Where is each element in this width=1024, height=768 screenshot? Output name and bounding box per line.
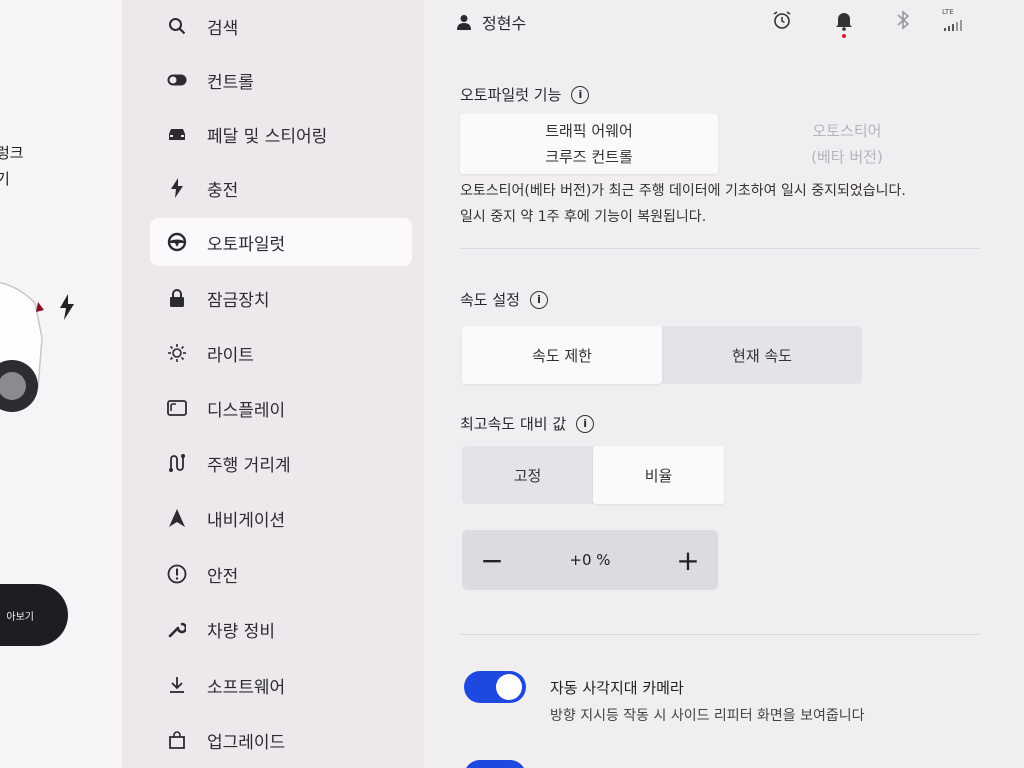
section-divider bbox=[460, 248, 980, 249]
sidebar-item-safety[interactable]: 안전 bbox=[150, 550, 412, 598]
view-button[interactable]: 아보기 bbox=[0, 584, 68, 646]
network-label: LTE bbox=[942, 8, 954, 16]
speed-offset-stepper: − +0 % + bbox=[462, 530, 718, 590]
sidebar-item-display[interactable]: 디스플레이 bbox=[150, 384, 412, 432]
option-autosteer[interactable]: 오토스티어 (베타 버전) bbox=[718, 114, 976, 174]
sidebar-item-pedals-steering[interactable]: 페달 및 스티어링 bbox=[150, 110, 412, 158]
sidebar-item-search[interactable]: 검색 bbox=[150, 2, 412, 50]
display-icon bbox=[166, 397, 188, 419]
wrench-icon bbox=[166, 618, 188, 640]
toggle-knob bbox=[496, 674, 522, 700]
sidebar-item-label: 업그레이드 bbox=[207, 732, 286, 753]
toggle-icon bbox=[166, 69, 188, 91]
alarm-icon[interactable] bbox=[772, 10, 792, 30]
option-fixed[interactable]: 고정 bbox=[462, 446, 593, 504]
option-speed-limit[interactable]: 속도 제한 bbox=[462, 326, 662, 384]
speed-setting-selector: 속도 제한 현재 속도 bbox=[462, 326, 862, 384]
info-icon[interactable]: i bbox=[571, 85, 590, 104]
autopilot-features-title: 오토파일럿 기능 i bbox=[460, 84, 590, 105]
bag-icon bbox=[166, 729, 188, 751]
sidebar-item-label: 차량 정비 bbox=[207, 621, 275, 642]
autopilot-description: 오토스티어(베타 버전)가 최근 주행 데이터에 기초하여 일시 중지되었습니다… bbox=[460, 178, 1020, 230]
section-title-text: 오토파일럿 기능 bbox=[460, 86, 562, 104]
blind-spot-camera-toggle[interactable] bbox=[464, 671, 526, 703]
steering-wheel-icon bbox=[166, 231, 188, 253]
sidebar-item-autopilot[interactable]: 오토파일럿 bbox=[150, 218, 412, 266]
bolt-icon bbox=[166, 177, 188, 199]
car-image bbox=[0, 281, 44, 412]
sidebar-item-service[interactable]: 차량 정비 bbox=[150, 605, 412, 653]
sidebar-item-label: 디스플레이 bbox=[207, 400, 286, 421]
sidebar-item-label: 컨트롤 bbox=[207, 72, 254, 93]
increase-button[interactable]: + bbox=[672, 544, 704, 577]
navigation-icon bbox=[166, 507, 188, 529]
download-icon bbox=[166, 674, 188, 696]
user-profile[interactable]: 정현수 bbox=[456, 10, 526, 34]
sidebar-item-navigation[interactable]: 내비게이션 bbox=[150, 494, 412, 542]
sidebar-item-software[interactable]: 소프트웨어 bbox=[150, 661, 412, 709]
autopilot-feature-selector: 트래픽 어웨어 크루즈 컨트롤 오토스티어 (베타 버전) bbox=[460, 114, 976, 174]
sidebar-item-upgrades[interactable]: 업그레이드 bbox=[150, 716, 412, 764]
description-line: 오토스티어(베타 버전)가 최근 주행 데이터에 기초하여 일시 중지되었습니다… bbox=[460, 183, 906, 199]
sidebar-item-lights[interactable]: 라이트 bbox=[150, 329, 412, 377]
trip-icon bbox=[166, 452, 188, 474]
option-current-speed[interactable]: 현재 속도 bbox=[662, 326, 862, 384]
option-traffic-aware-cruise[interactable]: 트래픽 어웨어 크루즈 컨트롤 bbox=[460, 114, 718, 174]
sidebar-item-label: 잠금장치 bbox=[207, 290, 270, 311]
sidebar-item-label: 소프트웨어 bbox=[207, 677, 286, 698]
car-panel-text: 렁크 기 bbox=[0, 140, 24, 192]
sidebar-item-label: 라이트 bbox=[207, 345, 254, 366]
sidebar-item-label: 주행 거리계 bbox=[207, 455, 291, 476]
section-divider bbox=[460, 634, 980, 635]
lte-signal-icon: LTE bbox=[942, 8, 978, 31]
car-icon bbox=[166, 123, 188, 145]
user-name: 정현수 bbox=[482, 14, 527, 33]
sidebar-item-controls[interactable]: 컨트롤 bbox=[150, 56, 412, 104]
speed-offset-title: 최고속도 대비 값 i bbox=[460, 413, 595, 434]
safety-icon bbox=[166, 563, 188, 585]
sidebar-item-locks[interactable]: 잠금장치 bbox=[150, 274, 412, 322]
view-button-label: 아보기 bbox=[6, 611, 34, 623]
sidebar-item-label: 안전 bbox=[207, 566, 239, 587]
blind-spot-camera-title: 자동 사각지대 카메라 bbox=[550, 679, 684, 697]
charging-bolt-icon bbox=[60, 294, 74, 320]
speed-offset-value: +0 % bbox=[569, 551, 611, 569]
next-setting-toggle[interactable] bbox=[464, 760, 526, 768]
lock-icon bbox=[166, 287, 188, 309]
settings-sidebar: 검색 컨트롤 페달 및 스티어링 충전 오토파일럿 잠금장치 라이트 디스플레이… bbox=[122, 0, 424, 768]
autopilot-settings-panel: 정현수 LTE 오토파일럿 기능 i 트래픽 어웨어 크루즈 컨트롤 오토스티어… bbox=[424, 0, 1024, 768]
speed-setting-title: 속도 설정 i bbox=[460, 289, 548, 310]
sidebar-item-label: 오토파일럿 bbox=[207, 234, 286, 255]
option-percentage[interactable]: 비율 bbox=[593, 446, 724, 504]
info-icon[interactable]: i bbox=[529, 290, 548, 309]
section-title-text: 최고속도 대비 값 bbox=[460, 415, 567, 433]
sidebar-item-label: 검색 bbox=[207, 18, 239, 39]
notification-bell-icon[interactable] bbox=[835, 10, 853, 38]
car-panel-line: 기 bbox=[0, 170, 10, 188]
user-icon bbox=[457, 15, 471, 30]
sidebar-item-charging[interactable]: 충전 bbox=[150, 164, 412, 212]
info-icon[interactable]: i bbox=[576, 414, 595, 433]
search-icon bbox=[166, 15, 188, 37]
section-title-text: 속도 설정 bbox=[460, 291, 520, 309]
car-preview-panel: 렁크 기 아보기 bbox=[0, 0, 122, 768]
bluetooth-icon[interactable] bbox=[896, 10, 910, 30]
car-panel-line: 렁크 bbox=[0, 144, 24, 162]
decrease-button[interactable]: − bbox=[476, 544, 508, 577]
sidebar-item-label: 내비게이션 bbox=[207, 510, 286, 531]
blind-spot-camera-subtitle: 방향 지시등 작동 시 사이드 리피터 화면을 보여줍니다 bbox=[550, 708, 865, 724]
sidebar-item-label: 페달 및 스티어링 bbox=[207, 126, 328, 147]
description-line: 일시 중지 약 1주 후에 기능이 복원됩니다. bbox=[460, 209, 707, 225]
light-icon bbox=[166, 342, 188, 364]
sidebar-item-trips[interactable]: 주행 거리계 bbox=[150, 439, 412, 487]
sidebar-item-label: 충전 bbox=[207, 180, 239, 201]
speed-offset-type-selector: 고정 비율 bbox=[462, 446, 724, 504]
